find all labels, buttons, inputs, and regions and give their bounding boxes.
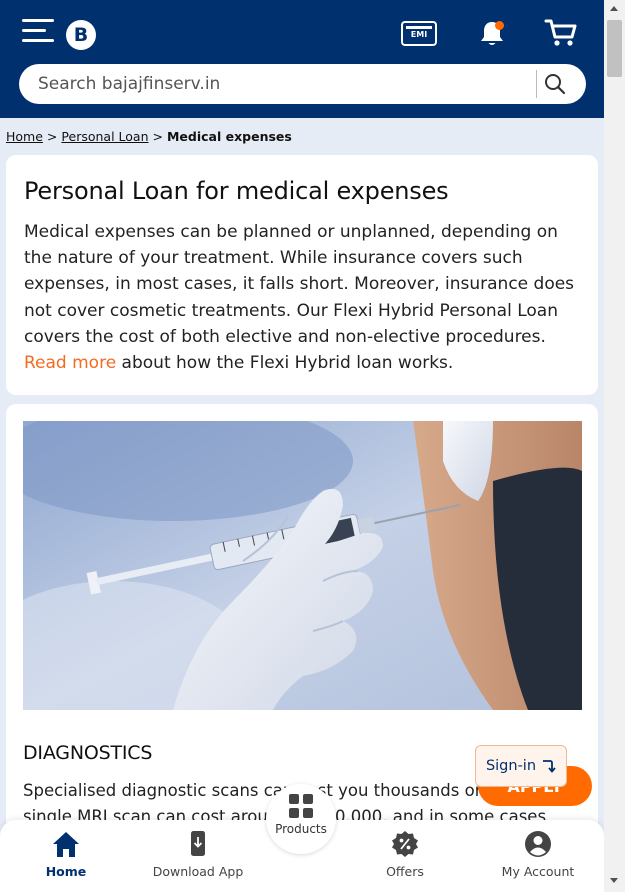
nav-home[interactable]: Home (11, 830, 121, 879)
scrollbar-thumb[interactable] (607, 20, 622, 77)
breadcrumb-separator: > (152, 129, 163, 144)
home-icon (53, 832, 79, 857)
search-bar[interactable]: Search bajajfinserv.in (19, 64, 586, 104)
bajaj-logo[interactable]: B (66, 20, 96, 50)
intro-card: Personal Loan for medical expenses Medic… (6, 155, 598, 395)
sign-in-button[interactable]: Sign-in (475, 745, 567, 787)
search-divider (536, 70, 537, 98)
nav-my-account[interactable]: My Account (483, 830, 593, 879)
nav-download-app-label: Download App (152, 864, 244, 879)
page-title: Personal Loan for medical expenses (24, 177, 449, 205)
notification-dot (495, 21, 504, 30)
account-icon (525, 831, 551, 857)
breadcrumb-current: Medical expenses (166, 129, 292, 144)
syringe-injection-photo (23, 421, 582, 710)
products-grid-icon (289, 794, 313, 818)
emi-label: EMI (410, 30, 428, 39)
sign-in-label: Sign-in (485, 758, 537, 774)
breadcrumb-home[interactable]: Home (6, 129, 43, 144)
nav-home-label: Home (45, 864, 87, 879)
page: B EMI Search bajajfinserv.in Home > Person… (0, 0, 604, 892)
nav-download-app[interactable]: Download App (143, 830, 253, 879)
nav-products-label: Products (275, 822, 327, 836)
scroll-up-arrow-icon[interactable] (610, 6, 618, 11)
site-header: B EMI Search bajajfinserv.in (0, 0, 604, 118)
search-icon[interactable] (544, 73, 566, 95)
offers-percent-icon (392, 831, 418, 857)
read-more-link[interactable]: Read more (24, 353, 116, 373)
emi-calculator-icon[interactable]: EMI (401, 21, 437, 46)
breadcrumb-separator: > (46, 129, 58, 144)
sign-in-arrow-icon (543, 760, 556, 773)
intro-text: Medical expenses can be planned or unpla… (24, 222, 575, 347)
nav-offers-label: Offers (386, 864, 424, 879)
search-input[interactable]: Search bajajfinserv.in (38, 74, 220, 94)
scroll-down-arrow-icon[interactable] (610, 878, 618, 883)
breadcrumb: Home > Personal Loan > Medical expenses (6, 129, 292, 144)
cart-icon[interactable] (544, 18, 578, 48)
section-heading: DIAGNOSTICS (23, 742, 153, 764)
intro-text-end: about how the Flexi Hybrid loan works. (116, 353, 454, 374)
logo-letter: B (73, 24, 89, 46)
vertical-scrollbar[interactable] (604, 0, 625, 892)
nav-products[interactable]: Products (266, 784, 336, 854)
download-app-icon (191, 831, 205, 856)
intro-paragraph: Medical expenses can be planned or unpla… (24, 219, 584, 376)
breadcrumb-personal-loan[interactable]: Personal Loan (61, 129, 148, 144)
nav-offers[interactable]: Offers (350, 830, 460, 879)
menu-icon[interactable] (22, 19, 54, 43)
nav-my-account-label: My Account (501, 864, 575, 879)
